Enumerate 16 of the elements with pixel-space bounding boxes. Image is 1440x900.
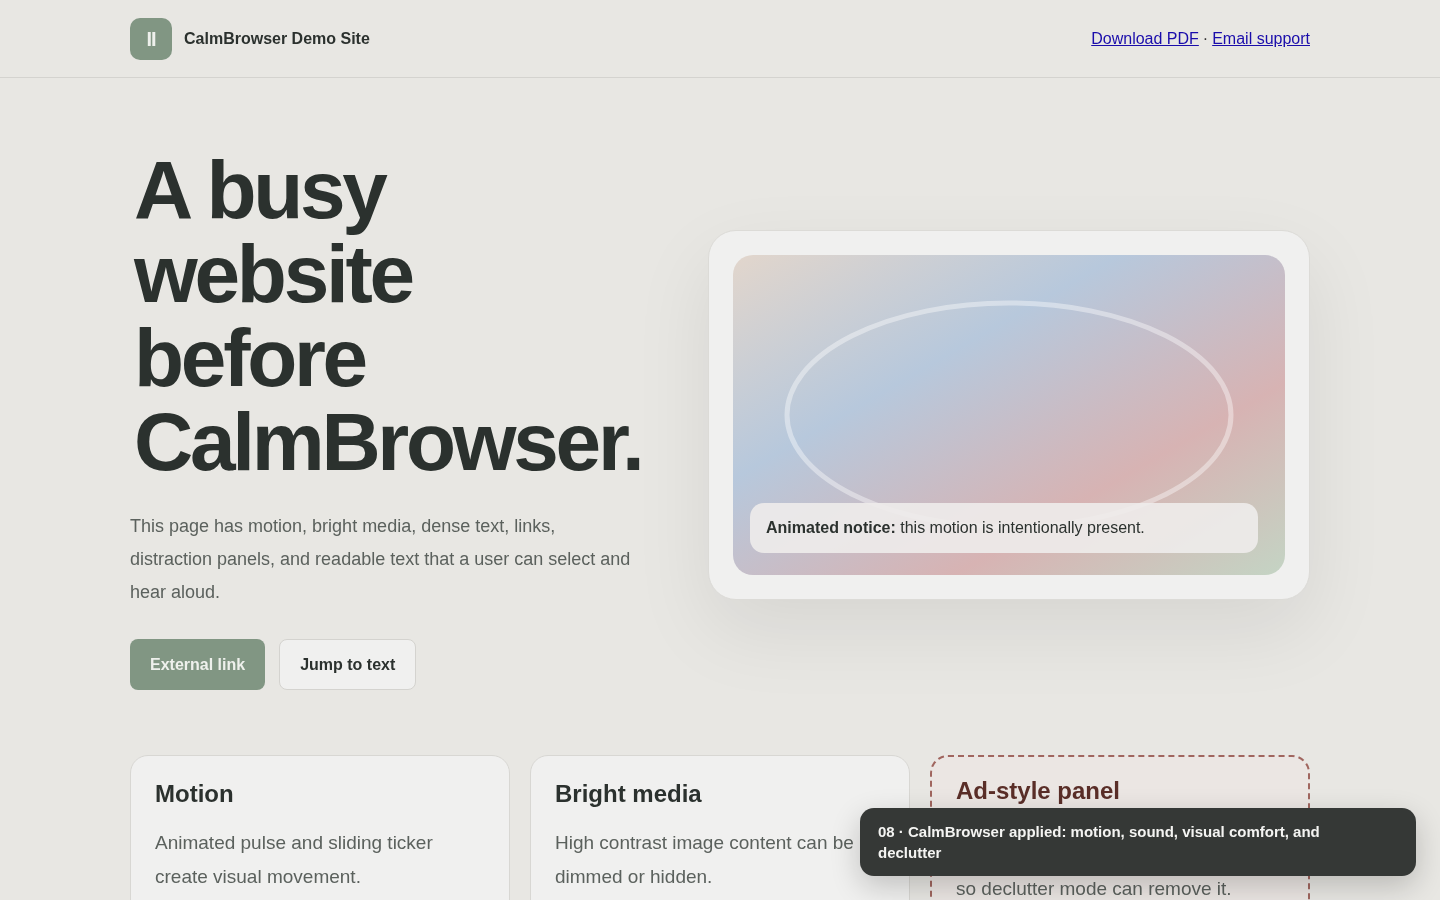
header-link[interactable]: Download PDF xyxy=(1091,26,1199,51)
card-text: Animated pulse and sliding ticker create visual movement. xyxy=(155,831,434,889)
card-text: so declutter mode can remove it. xyxy=(956,879,1232,899)
card-text: High contrast image content can be dimmed or hidden. xyxy=(555,831,855,889)
separator: · xyxy=(1202,28,1209,49)
pause-logo-icon: II xyxy=(130,17,172,60)
hero-intro: This page has motion, bright media, dense text, links, distraction panels, and readable text that a user can select and hear aloud. xyxy=(130,515,632,604)
site-name: CalmBrowser Demo Site xyxy=(184,28,370,49)
card-title: Bright media xyxy=(555,780,703,808)
status-toast: 08 · CalmBrowser applied: motion, sound, visual comfort, and declutter xyxy=(860,808,1416,876)
jump-button[interactable]: Jump to text xyxy=(279,639,417,690)
card-title: Motion xyxy=(155,780,235,808)
animated-notice: Animated notice: this motion is intentionally present. xyxy=(766,518,1145,538)
hero-headline: A busy website before CalmBrowser. xyxy=(133,148,643,484)
header-link[interactable]: Email support xyxy=(1212,26,1310,51)
card-title: Ad-style panel xyxy=(956,777,1122,805)
